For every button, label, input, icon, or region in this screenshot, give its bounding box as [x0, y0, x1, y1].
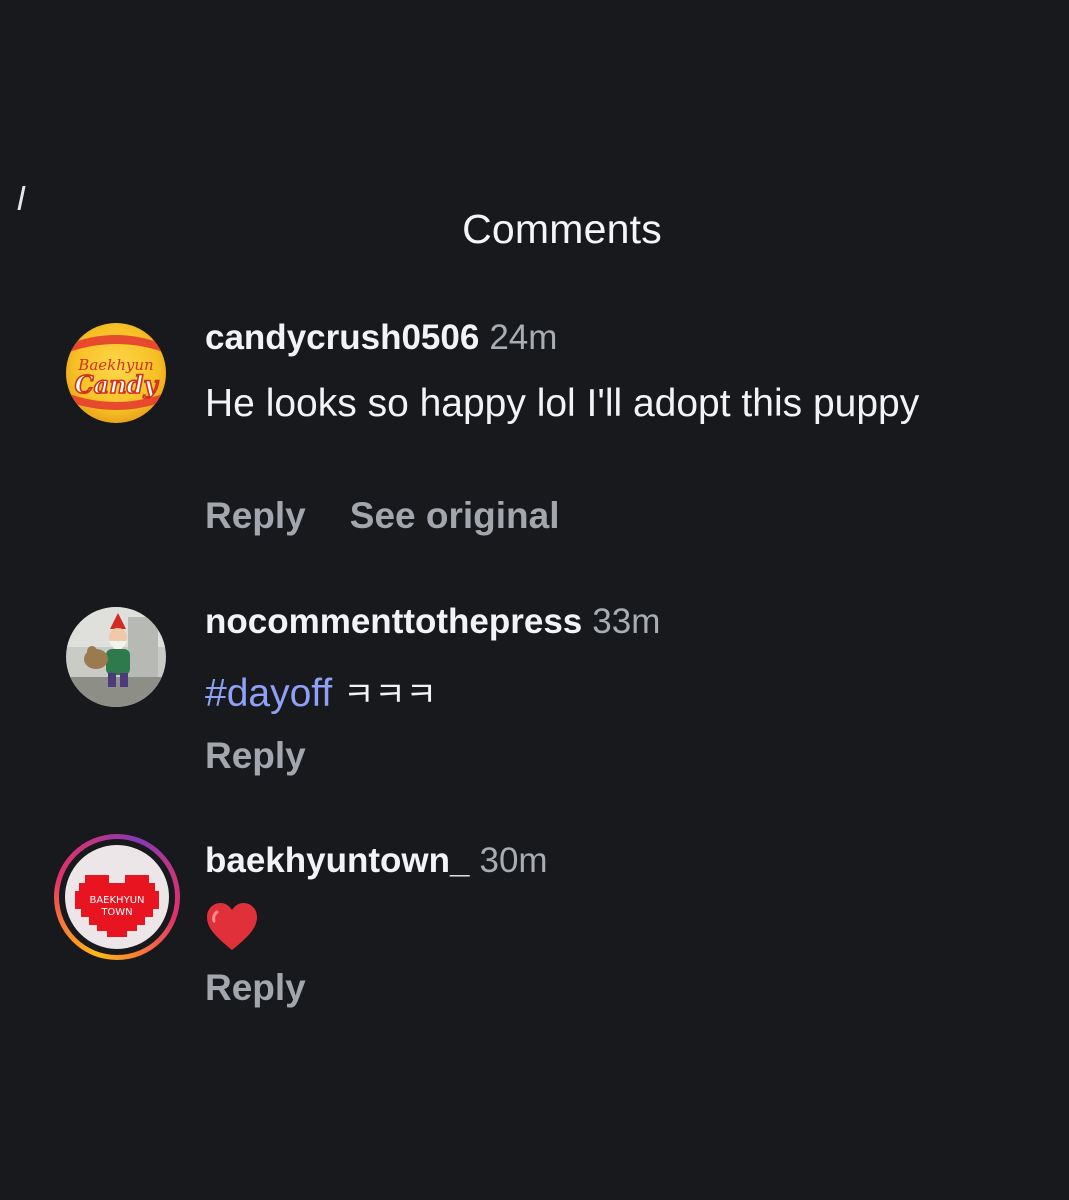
story-ring-avatar[interactable]: BAEKHYUN TOWN [54, 834, 180, 960]
comment-text: ❤️ [205, 900, 965, 956]
comment-actions: Reply See original [205, 495, 560, 537]
comment-actions: Reply [205, 967, 306, 1009]
comment-timestamp: 24m [489, 318, 558, 357]
comment-header: candycrush0506 24m [205, 318, 557, 358]
comment-username[interactable]: nocommenttothepress [205, 602, 582, 641]
comment-text: #dayoff ㅋㅋㅋ [205, 666, 965, 723]
avatar[interactable] [66, 607, 166, 707]
reply-button[interactable]: Reply [205, 735, 306, 776]
comment-username[interactable]: baekhyuntown_ [205, 841, 469, 880]
avatar: BAEKHYUN TOWN [65, 845, 169, 949]
red-heart-icon [207, 903, 257, 950]
avatar[interactable]: Baekhyun Candy [66, 323, 166, 423]
svg-text:Candy: Candy [75, 370, 160, 399]
hashtag-link[interactable]: #dayoff [205, 672, 332, 715]
comment-timestamp: 33m [592, 602, 661, 641]
comment-timestamp: 30m [479, 841, 548, 880]
svg-text:BAEKHYUN: BAEKHYUN [89, 895, 144, 906]
avatar-pixel-heart: BAEKHYUN TOWN [65, 845, 169, 949]
comment-text: He looks so happy lol I'll adopt this pu… [205, 382, 920, 425]
comments-title: Comments [462, 206, 662, 252]
reply-button[interactable]: Reply [205, 495, 306, 536]
reply-button[interactable]: Reply [205, 967, 306, 1008]
avatar-gnome-photo [66, 607, 166, 707]
comment-header: baekhyuntown_ 30m [205, 841, 548, 881]
comment-header: nocommenttothepress 33m [205, 602, 660, 642]
comment-actions: Reply [205, 735, 306, 777]
comment-username[interactable]: candycrush0506 [205, 318, 479, 357]
comment-text-suffix: ㅋㅋㅋ [343, 675, 437, 715]
svg-text:TOWN: TOWN [100, 907, 132, 918]
avatar-candy-logo: Baekhyun Candy [66, 323, 166, 423]
see-original-button[interactable]: See original [350, 495, 560, 536]
